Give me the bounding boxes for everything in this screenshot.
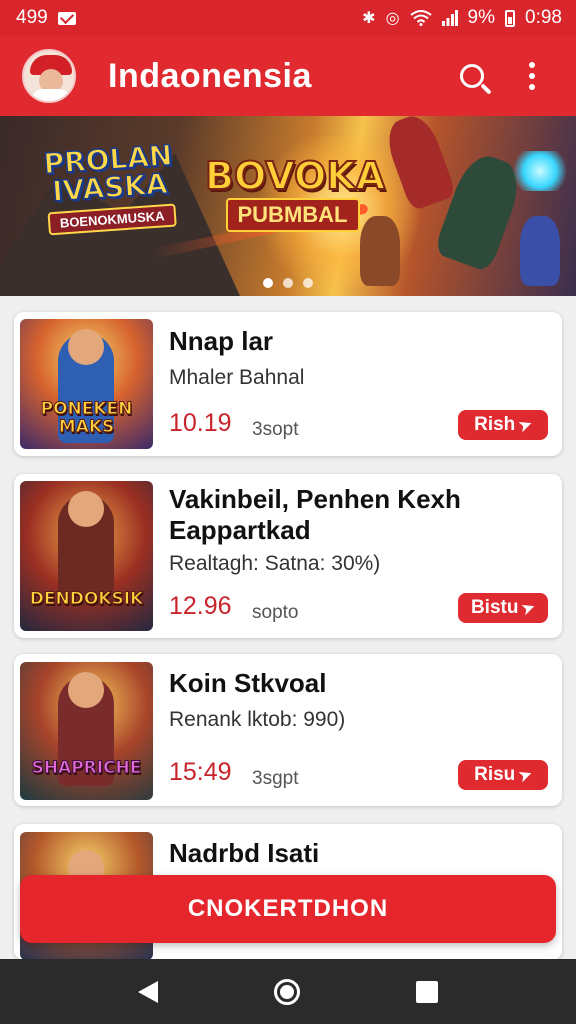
app-title: Indaonensia [108,56,312,95]
item-unit: 3sgpt [252,768,299,789]
item-price: 12.96 [169,592,232,620]
pager-dot[interactable] [263,278,273,288]
banner-hero-blue [520,216,560,286]
buy-button[interactable]: Rish ➤ [458,410,548,440]
banner-logo-left-line2: IVASKA [50,166,169,208]
product-thumbnail: SHAPRICHE [20,662,153,800]
vibrate-icon: ◎ [385,10,400,27]
thumbnail-subtitle: MAKS [58,417,115,437]
status-time-left: 499 [16,7,48,28]
bluetooth-icon: ✱ [362,10,376,27]
battery-percent: 9% [467,7,496,28]
item-subtitle: Realtagh: Satna: 30%) [169,552,381,575]
product-thumbnail: PONEKEN MAKS [20,319,153,449]
app-bar: Indaonensia [0,36,576,116]
item-unit: sopto [252,602,299,623]
banner-pager [0,278,576,288]
status-right: ✱ ◎ 9% 0:98 [362,7,562,29]
more-vert-icon [529,62,535,90]
avatar[interactable] [22,49,76,103]
pager-dot[interactable] [303,278,313,288]
buy-button-label: Rish [474,414,516,435]
item-title: Nadrbd Isati [169,838,320,868]
thumbnail-title: SHAPRICHE [31,758,142,778]
buy-button[interactable]: Risu ➤ [458,760,548,790]
search-icon [460,64,484,88]
status-bar: 499 ✱ ◎ 9% 0:98 [0,0,576,36]
list-item[interactable]: PONEKEN MAKS Nnap lar Mhaler Bahnal 10.1… [14,312,562,456]
more-options-button[interactable] [510,54,554,98]
buy-button-label: Bistu [470,597,519,618]
avatar-body [31,89,71,101]
search-button[interactable] [450,54,494,98]
mail-icon [57,11,76,25]
item-title: Koin Stkvoal [169,668,327,698]
arrow-icon: ➤ [516,765,535,786]
battery-icon [505,9,516,27]
item-title: Nnap lar [169,326,274,356]
item-unit: 3sopt [252,419,299,440]
thumbnail-title: PONEKEN [40,399,133,419]
status-time-right: 0:98 [525,7,562,28]
pager-dot[interactable] [283,278,293,288]
banner-energy-blast [510,151,570,191]
banner-logo-right-line1: BOVOKA [204,154,386,198]
buy-button[interactable]: Bistu ➤ [458,593,548,623]
promo-banner[interactable]: PROLAN IVASKA BOENOKMUSKA BOVOKA PUBMBAL [0,116,576,296]
item-title: Vakinbeil, Penhen Kexh Eappartkad [169,484,461,545]
item-price: 10.19 [169,409,232,437]
banner-logo-left: PROLAN IVASKA BOENOKMUSKA [27,138,193,237]
item-subtitle: Renank lktob: 990) [169,708,346,731]
banner-logo-right-tag: PUBMBAL [225,198,360,232]
banner-logo-right: BOVOKA PUBMBAL [204,154,386,232]
arrow-icon: ➤ [516,415,535,436]
app-screen: 499 ✱ ◎ 9% 0:98 Indaonensia PROLAN IVASK… [0,0,576,1024]
system-nav-bar [0,959,576,1024]
back-icon[interactable] [138,980,158,1003]
home-icon[interactable] [274,978,300,1005]
thumbnail-title: DENDOKSIK [29,589,144,609]
recents-icon[interactable] [416,980,438,1003]
list-item[interactable]: SHAPRICHE Koin Stkvoal Renank lktob: 990… [14,654,562,806]
status-left: 499 [16,7,76,29]
buy-button-label: Risu [474,764,516,785]
arrow-icon: ➤ [520,598,538,619]
product-thumbnail: DENDOKSIK [20,481,153,631]
primary-action-button[interactable]: CNOKERTDHON [20,875,556,943]
signal-icon [441,10,458,26]
wifi-icon [409,10,432,26]
item-price: 15:49 [169,758,232,786]
item-subtitle: Mhaler Bahnal [169,366,305,389]
list-item[interactable]: DENDOKSIK Vakinbeil, Penhen Kexh Eappart… [14,474,562,638]
